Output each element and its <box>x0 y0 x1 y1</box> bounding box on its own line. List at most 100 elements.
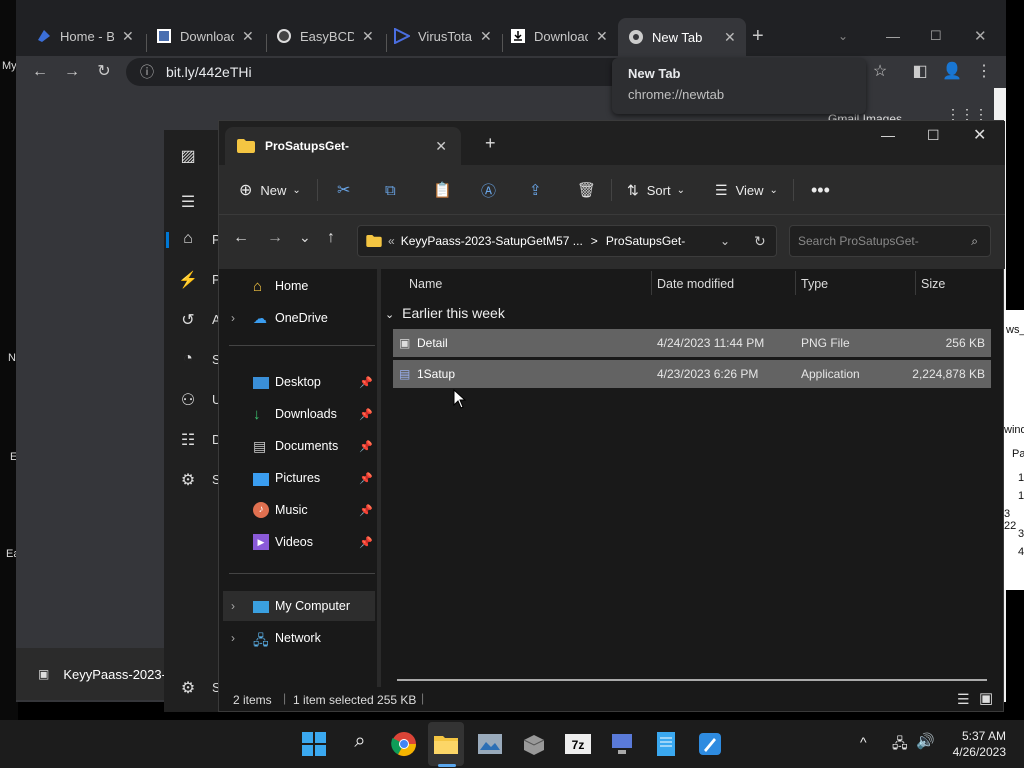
view-button[interactable]: ☰ View ⌄ <box>715 177 778 203</box>
breadcrumb-separator[interactable]: > <box>591 234 598 248</box>
chrome-tab[interactable]: EasyBCD 2✕ <box>276 22 374 50</box>
forward-icon[interactable]: → <box>60 60 84 84</box>
nav-desktop[interactable]: Desktop 📌 <box>219 367 377 397</box>
maximize-button[interactable]: ☐ <box>930 22 942 50</box>
new-tab-button[interactable]: + <box>752 22 764 50</box>
pin-icon[interactable]: 📌 <box>359 376 373 389</box>
column-header-type[interactable]: Type <box>801 277 828 291</box>
info-icon[interactable]: ⓘ <box>140 62 154 82</box>
chrome-tab[interactable]: VirusTotal ✕ <box>394 22 492 50</box>
file-explorer-icon[interactable] <box>432 730 460 758</box>
share-button[interactable]: ⇪ <box>529 177 542 203</box>
chrome-tab[interactable]: Download ✕ <box>510 22 608 50</box>
file-row[interactable]: ▣ Detail 4/24/2023 11:44 PM PNG File 256… <box>393 329 991 357</box>
home-icon[interactable]: ⌂ <box>178 230 198 250</box>
pin-icon[interactable]: 📌 <box>359 536 373 549</box>
chevron-right-icon[interactable]: › <box>231 311 235 325</box>
pin-icon[interactable]: 📌 <box>359 440 373 453</box>
7zip-icon[interactable]: 7z <box>564 730 592 758</box>
pin-icon[interactable]: 📌 <box>359 408 373 421</box>
close-icon[interactable]: ✕ <box>596 28 608 45</box>
package-app-icon[interactable] <box>520 730 548 758</box>
new-button[interactable]: ⊕ New ⌄ <box>239 177 301 203</box>
profile-icon[interactable]: 👤 <box>940 60 964 84</box>
volume-icon[interactable]: 🔊 <box>916 732 935 750</box>
nav-pictures[interactable]: Pictures 📌 <box>219 463 377 493</box>
users-icon[interactable]: ⚇ <box>178 390 198 410</box>
nav-home[interactable]: ⌂ Home <box>219 271 377 301</box>
back-icon[interactable]: ← <box>233 229 249 247</box>
paste-button[interactable]: 📋 <box>433 177 452 203</box>
back-icon[interactable]: ← <box>28 60 52 84</box>
delete-button[interactable]: 🗑 <box>577 177 596 203</box>
hamburger-icon[interactable]: ☰ <box>178 192 198 212</box>
nav-downloads[interactable]: ↓ Downloads 📌 <box>219 399 377 429</box>
photos-app-icon[interactable] <box>476 730 504 758</box>
column-header-date[interactable]: Date modified <box>657 277 734 291</box>
menu-icon[interactable]: ⋮ <box>972 60 996 84</box>
start-button-icon[interactable] <box>300 730 328 758</box>
window-close-button[interactable]: ✕ <box>973 125 986 145</box>
gauge-icon[interactable]: ◔ <box>178 350 198 370</box>
minimize-button[interactable]: — <box>886 22 900 50</box>
chrome-tab-active[interactable]: New Tab ✕ <box>618 18 746 56</box>
cut-button[interactable]: ✂ <box>337 177 350 203</box>
copy-button[interactable]: ⧉ <box>385 177 396 203</box>
close-icon[interactable]: ✕ <box>242 28 254 45</box>
close-icon[interactable]: ✕ <box>122 28 134 45</box>
list-icon[interactable]: ☷ <box>178 430 198 450</box>
search-icon[interactable]: ⌕ <box>346 730 374 758</box>
nav-my-computer[interactable]: › My Computer <box>223 591 375 621</box>
pin-icon[interactable]: 📌 <box>359 472 373 485</box>
bookmark-star-icon[interactable]: ☆ <box>868 60 892 84</box>
rename-button[interactable]: Ⓐ <box>481 177 496 203</box>
chrome-icon[interactable] <box>390 730 418 758</box>
nav-onedrive[interactable]: › ☁ OneDrive <box>219 303 377 333</box>
nav-music[interactable]: ♪ Music 📌 <box>219 495 377 525</box>
tiles-view-icon[interactable]: ▣ <box>979 689 993 707</box>
address-bar[interactable]: « KeyyPaass-2023-SatupGetM57 ... > ProSa… <box>357 225 777 257</box>
notepad-icon[interactable] <box>652 730 680 758</box>
details-view-icon[interactable]: ☰ <box>957 691 970 708</box>
column-header-name[interactable]: Name <box>409 277 442 291</box>
horizontal-scrollbar[interactable] <box>397 679 987 681</box>
gear-icon[interactable]: ⚙ <box>178 470 198 490</box>
clock[interactable]: 5:37 AM 4/26/2023 <box>953 728 1006 760</box>
search-input[interactable]: Search ProSatupsGet- ⌕ <box>789 225 991 257</box>
recent-locations-icon[interactable]: ⌄ <box>299 229 311 246</box>
chrome-tab[interactable]: Home - Bo✕ <box>36 22 134 50</box>
window-close-button[interactable]: ✕ <box>974 22 987 50</box>
explorer-tab[interactable]: ProSatupsGet- ✕ <box>225 127 461 165</box>
chrome-tab[interactable]: Downloads✕ <box>156 22 254 50</box>
chevron-right-icon[interactable]: › <box>231 599 235 613</box>
gear-icon[interactable]: ⚙ <box>178 678 198 698</box>
activity-icon[interactable]: ⚡ <box>178 270 198 290</box>
pin-icon[interactable]: 📌 <box>359 504 373 517</box>
tab-search-icon[interactable]: ⌄ <box>838 22 848 50</box>
history-icon[interactable]: ↺ <box>178 310 198 330</box>
chevron-up-icon[interactable]: ^ <box>860 734 867 750</box>
minimize-button[interactable]: — <box>881 127 895 143</box>
paint-app-icon[interactable] <box>696 730 724 758</box>
reload-icon[interactable]: ↻ <box>92 60 116 84</box>
close-tab-icon[interactable]: ✕ <box>435 138 447 155</box>
up-icon[interactable]: ↑ <box>327 229 335 247</box>
close-icon[interactable]: ✕ <box>480 28 492 45</box>
computer-app-icon[interactable] <box>608 730 636 758</box>
refresh-icon[interactable]: ↻ <box>754 233 766 250</box>
close-icon[interactable]: ✕ <box>724 29 736 46</box>
forward-icon[interactable]: → <box>267 229 283 247</box>
group-header[interactable]: ⌄ Earlier this week <box>385 305 505 321</box>
side-panel-icon[interactable]: ◧ <box>908 60 932 84</box>
maximize-button[interactable]: ☐ <box>927 127 940 144</box>
chevron-right-icon[interactable]: › <box>231 631 235 645</box>
close-icon[interactable]: ✕ <box>362 28 374 45</box>
file-row[interactable]: ▤ 1Satup 4/23/2023 6:26 PM Application 2… <box>393 360 991 388</box>
column-header-size[interactable]: Size <box>921 277 945 291</box>
chevron-down-icon[interactable]: ⌄ <box>720 234 730 248</box>
breadcrumb-parent[interactable]: KeyyPaass-2023-SatupGetM57 ... <box>401 234 583 248</box>
nav-videos[interactable]: ▶ Videos 📌 <box>219 527 377 557</box>
network-icon[interactable]: 🖧 <box>892 733 908 757</box>
nav-network[interactable]: › 🖧 Network <box>219 623 377 653</box>
nav-documents[interactable]: ▤ Documents 📌 <box>219 431 377 461</box>
